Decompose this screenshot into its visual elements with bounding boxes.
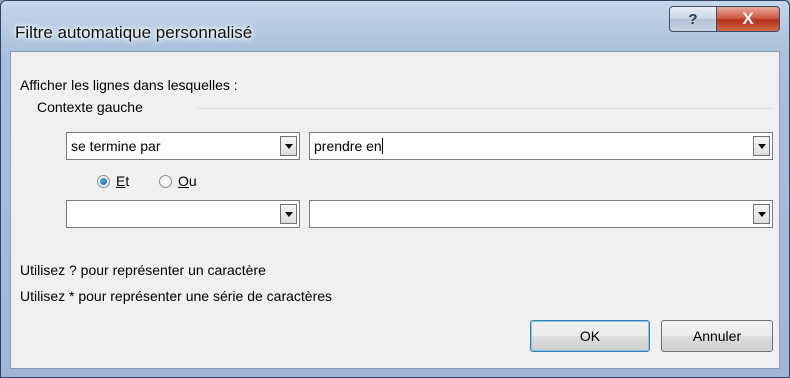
value-1-text: prendre en — [314, 138, 382, 154]
group-divider — [197, 108, 772, 109]
value-2-dropdown-button[interactable] — [753, 204, 770, 224]
value-combo-1[interactable]: prendre en — [309, 132, 773, 160]
hint-multi-char: Utilisez * pour représenter une série de… — [20, 288, 333, 304]
radio-and-label: Et — [116, 173, 130, 189]
hint-single-char: Utilisez ? pour représenter un caractère — [20, 262, 266, 278]
prompt-label: Afficher les lignes dans lesquelles : — [20, 77, 238, 93]
radio-and[interactable]: Et — [97, 173, 129, 189]
window-title: Filtre automatique personnalisé — [15, 23, 253, 42]
radio-or-circle[interactable] — [159, 174, 172, 188]
chevron-down-icon — [757, 211, 766, 217]
operator-1-dropdown-button[interactable] — [280, 136, 297, 156]
operator-1-value: se termine par — [71, 138, 161, 154]
chevron-down-icon — [757, 143, 766, 149]
value-combo-2[interactable] — [309, 200, 773, 228]
dialog-window: Filtre automatique personnalisé ? X Affi… — [0, 0, 790, 378]
cancel-button[interactable]: Annuler — [661, 320, 773, 352]
ok-button-label: OK — [579, 328, 601, 344]
help-button[interactable]: ? — [669, 6, 717, 32]
chevron-down-icon — [284, 143, 293, 149]
group-label: Contexte gauche — [37, 99, 143, 115]
radio-or-label: Ou — [178, 173, 197, 189]
dialog-content: Afficher les lignes dans lesquelles : Co… — [10, 51, 780, 369]
radio-selected-dot — [100, 177, 107, 185]
operator-select-2[interactable] — [66, 200, 300, 228]
radio-and-circle[interactable] — [97, 174, 110, 188]
operator-2-dropdown-button[interactable] — [280, 204, 297, 224]
operator-select-1[interactable]: se termine par — [66, 132, 300, 160]
chevron-down-icon — [284, 211, 293, 217]
radio-or[interactable]: Ou — [159, 173, 197, 189]
cancel-button-label: Annuler — [692, 328, 742, 344]
title-bar[interactable]: Filtre automatique personnalisé ? X — [1, 1, 789, 53]
close-icon: X — [742, 9, 754, 28]
help-icon: ? — [688, 10, 698, 28]
text-cursor — [381, 138, 383, 154]
ok-button[interactable]: OK — [530, 320, 650, 352]
value-1-dropdown-button[interactable] — [753, 136, 770, 156]
close-button[interactable]: X — [716, 6, 780, 32]
